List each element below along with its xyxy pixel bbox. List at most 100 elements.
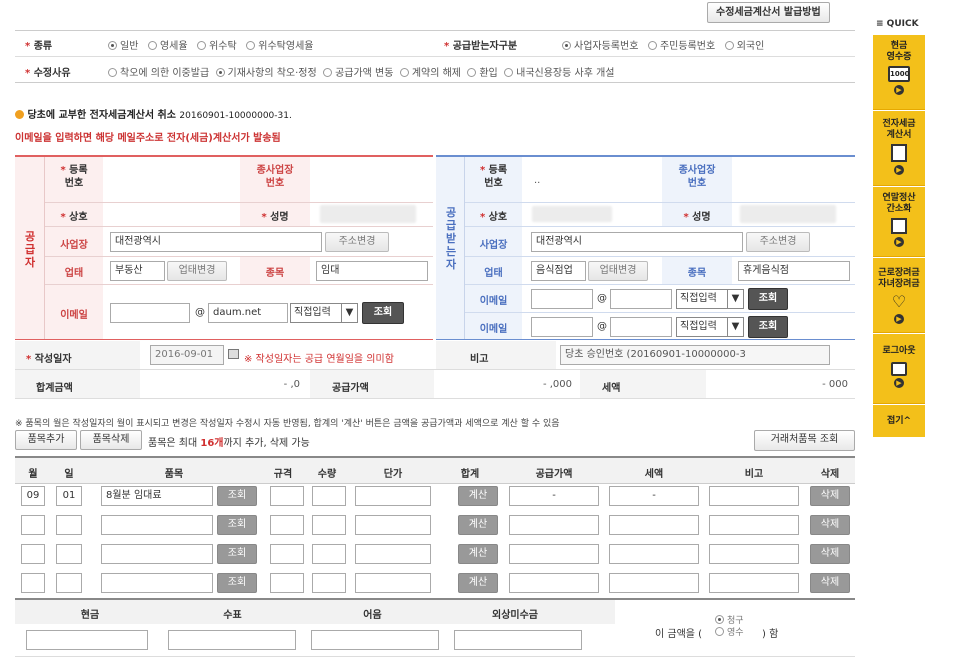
item-month-input[interactable] xyxy=(21,544,45,564)
sidebar-collapse-button[interactable]: 접기^ xyxy=(873,405,925,437)
calendar-icon[interactable] xyxy=(228,349,239,359)
pay-note-input[interactable] xyxy=(311,630,439,650)
supplier-email-lookup-button[interactable]: 조회 xyxy=(362,302,404,324)
item-remark-input[interactable] xyxy=(709,515,799,535)
receiver-email2-lookup-button[interactable]: 조회 xyxy=(748,316,788,338)
pay-check-input[interactable] xyxy=(168,630,296,650)
item-remark-input[interactable] xyxy=(709,486,799,506)
item-name-input[interactable] xyxy=(101,544,213,564)
receiver-email-select[interactable]: 직접입력 ▼ xyxy=(676,289,744,309)
item-name-input[interactable] xyxy=(101,573,213,593)
receiver-addr-button[interactable]: 주소변경 xyxy=(746,232,810,252)
reason-option-3[interactable]: 계약의 해제 xyxy=(399,68,461,79)
reason-option-5[interactable]: 내국신용장등 사후 개설 xyxy=(504,68,614,79)
receiver-item-input[interactable]: 휴게음식점 xyxy=(738,261,850,281)
supplier-email-domain-input[interactable]: daum.net xyxy=(208,303,288,323)
item-day-input[interactable] xyxy=(56,544,82,564)
reason-option-2[interactable]: 공급가액 변동 xyxy=(323,68,393,79)
receiver-type-option-1[interactable]: 주민등록번호 xyxy=(647,41,715,52)
item-month-input[interactable] xyxy=(21,573,45,593)
item-qty-input[interactable] xyxy=(312,515,346,535)
receiver-email2-select[interactable]: 직접입력 ▼ xyxy=(676,317,744,337)
pay-credit-input[interactable] xyxy=(454,630,582,650)
supplier-biz-button[interactable]: 업태변경 xyxy=(167,261,227,281)
item-supply-input[interactable] xyxy=(509,515,599,535)
supplier-email-select[interactable]: 직접입력 ▼ xyxy=(290,303,358,323)
item-tax-input[interactable]: - xyxy=(609,486,699,506)
receiver-biz-input[interactable]: 음식점업 xyxy=(531,261,586,281)
receiver-email2-id-input[interactable] xyxy=(531,317,593,337)
item-day-input[interactable] xyxy=(56,515,82,535)
item-supply-input[interactable] xyxy=(509,544,599,564)
item-unit-price-input[interactable] xyxy=(355,544,431,564)
item-delete-row-button[interactable]: 삭제 xyxy=(810,573,850,593)
item-name-input[interactable]: 8월분 임대료 xyxy=(101,486,213,506)
reason-option-0[interactable]: 착오에 의한 이중발급 xyxy=(108,68,209,79)
item-tax-input[interactable] xyxy=(609,573,699,593)
item-unit-price-input[interactable] xyxy=(355,486,431,506)
item-delete-row-button[interactable]: 삭제 xyxy=(810,515,850,535)
partner-item-lookup-button[interactable]: 거래처품목 조회 xyxy=(754,430,855,451)
item-lookup-button[interactable]: 조회 xyxy=(217,544,257,564)
supplier-email-id-input[interactable] xyxy=(110,303,190,323)
supplier-biz-input[interactable]: 부동산 xyxy=(110,261,165,281)
sidebar-item-incentive[interactable]: 근로장려금 자녀장려금 ♡ ▶ xyxy=(873,258,925,333)
receiver-rep-input[interactable] xyxy=(740,205,836,223)
sidebar-item-logout[interactable]: 로그아웃 ▶ xyxy=(873,334,925,404)
receiver-type-option-2[interactable]: 외국인 xyxy=(724,41,764,52)
item-lookup-button[interactable]: 조회 xyxy=(217,515,257,535)
item-remark-input[interactable] xyxy=(709,544,799,564)
item-lookup-button[interactable]: 조회 xyxy=(217,486,257,506)
form-type-option-0[interactable]: 일반 xyxy=(108,41,138,52)
item-qty-input[interactable] xyxy=(312,573,346,593)
receiver-name-input[interactable] xyxy=(532,206,612,222)
item-calc-button[interactable]: 계산 xyxy=(458,544,498,564)
remark-input[interactable]: 당초 승인번호 (20160901-10000000-3 xyxy=(560,345,830,365)
reason-option-4[interactable]: 환입 xyxy=(467,68,498,79)
item-tax-input[interactable] xyxy=(609,515,699,535)
item-spec-input[interactable] xyxy=(270,486,304,506)
item-supply-input[interactable] xyxy=(509,573,599,593)
item-delete-button[interactable]: 품목삭제 xyxy=(80,430,142,450)
item-spec-input[interactable] xyxy=(270,515,304,535)
receiver-email-lookup-button[interactable]: 조회 xyxy=(748,288,788,310)
item-add-button[interactable]: 품목추가 xyxy=(15,430,77,450)
item-spec-input[interactable] xyxy=(270,573,304,593)
write-date-input[interactable]: 2016-09-01 xyxy=(150,345,224,365)
item-day-input[interactable]: 01 xyxy=(56,486,82,506)
claim-option-claim[interactable]: 청구 xyxy=(715,615,744,627)
item-qty-input[interactable] xyxy=(312,486,346,506)
claim-option-receipt[interactable]: 영수 xyxy=(715,627,744,639)
item-month-input[interactable] xyxy=(21,515,45,535)
supplier-rep-input[interactable] xyxy=(320,205,416,223)
item-name-input[interactable] xyxy=(101,515,213,535)
supplier-addr-input[interactable]: 대전광역시 xyxy=(110,232,322,252)
receiver-biz-button[interactable]: 업태변경 xyxy=(588,261,648,281)
form-type-option-1[interactable]: 영세율 xyxy=(147,41,188,52)
item-remark-input[interactable] xyxy=(709,573,799,593)
item-unit-price-input[interactable] xyxy=(355,573,431,593)
item-calc-button[interactable]: 계산 xyxy=(458,515,498,535)
sidebar-item-year-end[interactable]: 연말정산 간소화 ▶ xyxy=(873,187,925,257)
item-calc-button[interactable]: 계산 xyxy=(458,573,498,593)
sidebar-item-e-invoice[interactable]: 전자세금 계산서 ▶ xyxy=(873,111,925,186)
item-delete-row-button[interactable]: 삭제 xyxy=(810,486,850,506)
issue-method-button[interactable]: 수정세금계산서 발급방법 xyxy=(707,2,830,23)
form-type-option-2[interactable]: 위수탁 xyxy=(197,41,237,52)
receiver-email2-domain-input[interactable] xyxy=(610,317,672,337)
item-spec-input[interactable] xyxy=(270,544,304,564)
item-lookup-button[interactable]: 조회 xyxy=(217,573,257,593)
item-qty-input[interactable] xyxy=(312,544,346,564)
item-unit-price-input[interactable] xyxy=(355,515,431,535)
supplier-addr-button[interactable]: 주소변경 xyxy=(325,232,389,252)
receiver-addr-input[interactable]: 대전광역시 xyxy=(531,232,743,252)
supplier-item-input[interactable]: 임대 xyxy=(316,261,428,281)
form-type-option-3[interactable]: 위수탁영세율 xyxy=(246,41,313,52)
item-month-input[interactable]: 09 xyxy=(21,486,45,506)
item-supply-input[interactable]: - xyxy=(509,486,599,506)
item-tax-input[interactable] xyxy=(609,544,699,564)
sidebar-item-cash-receipt[interactable]: 현금 영수증 1000 ▶ xyxy=(873,35,925,110)
item-day-input[interactable] xyxy=(56,573,82,593)
item-delete-row-button[interactable]: 삭제 xyxy=(810,544,850,564)
receiver-type-option-0[interactable]: 사업자등록번호 xyxy=(562,41,638,52)
